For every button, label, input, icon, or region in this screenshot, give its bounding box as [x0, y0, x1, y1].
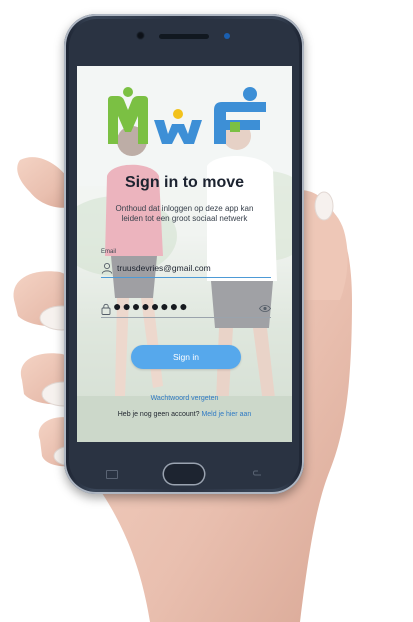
email-field[interactable]: truusdevries@gmail.com	[101, 261, 271, 278]
email-label: Email	[101, 249, 117, 255]
password-value: ●●●●●●●●	[113, 298, 189, 314]
email-value: truusdevries@gmail.com	[117, 263, 211, 273]
register-prompt: Heb je nog geen account?	[117, 411, 200, 418]
password-field[interactable]: ●●●●●●●●	[101, 298, 271, 318]
earpiece-speaker	[159, 34, 209, 39]
front-camera	[136, 31, 145, 40]
page-title: Sign in to move	[124, 174, 245, 191]
login-content: Sign in to move Onthoud dat inloggen op …	[77, 66, 292, 442]
home-button[interactable]	[164, 464, 204, 484]
app-screen: Sign in to move Onthoud dat inloggen op …	[77, 66, 292, 442]
eye-icon[interactable]	[259, 304, 271, 313]
register-link[interactable]: Meld je hier aan	[201, 411, 251, 418]
proximity-sensor	[224, 33, 230, 39]
page-subtitle: Onthoud dat inloggen op deze app kan lei…	[115, 204, 254, 223]
user-icon	[101, 262, 113, 274]
signin-button[interactable]: Sign in	[131, 345, 241, 369]
app-logo	[108, 87, 266, 144]
recent-apps-key[interactable]	[106, 470, 118, 479]
forgot-password-link[interactable]: Wachtwoord vergeten	[77, 395, 292, 402]
register-row: Heb je nog geen account? Meld je hier aa…	[77, 411, 292, 418]
lock-icon	[101, 303, 111, 315]
back-key-icon[interactable]	[252, 469, 262, 477]
